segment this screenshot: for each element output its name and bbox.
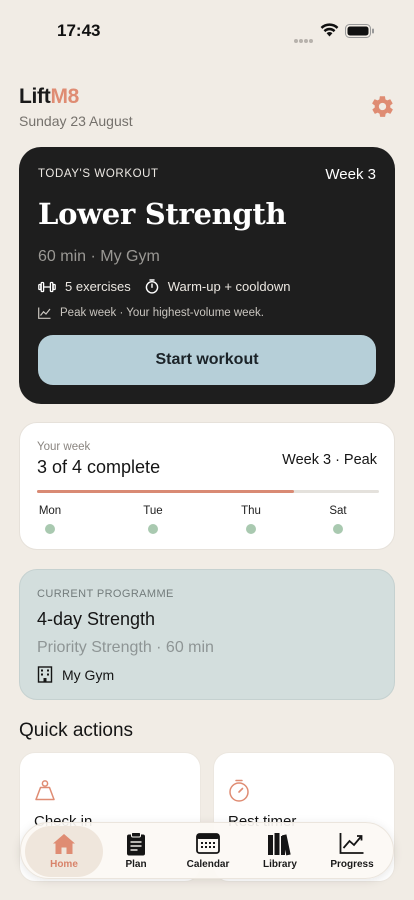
wifi-icon [320, 23, 339, 37]
timer-icon [229, 779, 249, 802]
day-name: Thu [241, 505, 261, 517]
tab-progress[interactable]: Progress [313, 823, 391, 880]
day-name: Sat [329, 505, 347, 517]
week-days: Mon Tue Thu Sat [39, 505, 366, 537]
app-header: LiftM8 Sunday 23 August [19, 85, 395, 135]
day-status-dot [45, 524, 55, 534]
tab-label: Progress [330, 859, 374, 870]
workout-title: Lower Strength [38, 197, 287, 231]
dumbbell-icon [38, 281, 56, 292]
exercise-count-label: 5 exercises [65, 279, 131, 294]
day-sat: Sat [313, 505, 363, 534]
day-status-dot [333, 524, 343, 534]
books-icon [268, 833, 291, 856]
signal-dots-icon [294, 30, 314, 48]
week-label: Your week [37, 441, 91, 453]
tab-home[interactable]: Home [25, 826, 103, 877]
programme-gym: My Gym [37, 666, 114, 683]
day-tue: Tue [128, 505, 178, 534]
current-programme-card[interactable]: CURRENT PROGRAMME 4-day Strength Priorit… [19, 569, 395, 700]
warmup-label: Warm-up + cooldown [167, 279, 291, 294]
tab-calendar[interactable]: Calendar [169, 823, 247, 880]
tab-plan[interactable]: Plan [97, 823, 175, 880]
day-mon: Mon [25, 505, 75, 534]
exercise-count: 5 exercises [38, 279, 131, 294]
trend-chart-icon [38, 307, 51, 319]
day-thu: Thu [226, 505, 276, 534]
bottom-tab-bar: Home Plan Calendar Library Progress [20, 822, 394, 879]
home-icon [53, 834, 75, 854]
start-workout-button[interactable]: Start workout [38, 335, 376, 385]
tab-label: Home [50, 859, 78, 870]
brand-accent: M8 [50, 85, 80, 108]
chart-icon [339, 833, 364, 854]
warmup-info: Warm-up + cooldown [145, 279, 291, 294]
day-status-dot [246, 524, 256, 534]
clipboard-icon [127, 832, 145, 856]
todays-workout-card[interactable]: TODAY'S WORKOUT Week 3 Lower Strength 60… [19, 147, 395, 404]
weight-scale-icon [35, 780, 55, 801]
day-status-dot [148, 524, 158, 534]
tab-library[interactable]: Library [241, 823, 319, 880]
workout-subtitle: 60 min · My Gym [38, 248, 160, 265]
status-time: 17:43 [57, 21, 101, 40]
stopwatch-icon [145, 279, 159, 294]
week-progress-bar [37, 490, 379, 493]
gear-icon[interactable] [370, 94, 395, 119]
workout-meta: 5 exercises Warm-up + cooldown [38, 279, 304, 294]
week-peak: Week 3 · Peak [282, 452, 377, 468]
tab-label: Plan [125, 859, 147, 870]
building-icon [37, 666, 53, 683]
tab-label: Calendar [186, 859, 230, 870]
programme-label: CURRENT PROGRAMME [37, 588, 174, 600]
week-progress-fill [37, 490, 294, 493]
programme-gym-label: My Gym [62, 666, 115, 683]
week-completion: 3 of 4 complete [37, 457, 161, 477]
app-logo: LiftM8 [19, 85, 395, 109]
day-name: Mon [38, 505, 62, 517]
your-week-card[interactable]: Your week 3 of 4 complete Week 3 · Peak … [19, 422, 395, 550]
peak-week-note: Peak week · Your highest-volume week. [38, 307, 264, 319]
tab-label: Library [263, 859, 297, 870]
status-bar: 17:43 [0, 0, 414, 60]
quick-actions-heading: Quick actions [19, 720, 134, 741]
day-name: Tue [143, 505, 163, 517]
workout-label: TODAY'S WORKOUT [38, 168, 159, 180]
programme-title: 4-day Strength [37, 609, 156, 629]
brand-main: Lift [19, 85, 51, 108]
peak-week-note-text: Peak week · Your highest-volume week. [60, 307, 264, 319]
workout-week: Week 3 [325, 166, 376, 183]
header-date: Sunday 23 August [19, 113, 133, 129]
calendar-icon [196, 833, 220, 854]
programme-subtitle: Priority Strength · 60 min [37, 639, 214, 656]
battery-icon [345, 24, 374, 38]
